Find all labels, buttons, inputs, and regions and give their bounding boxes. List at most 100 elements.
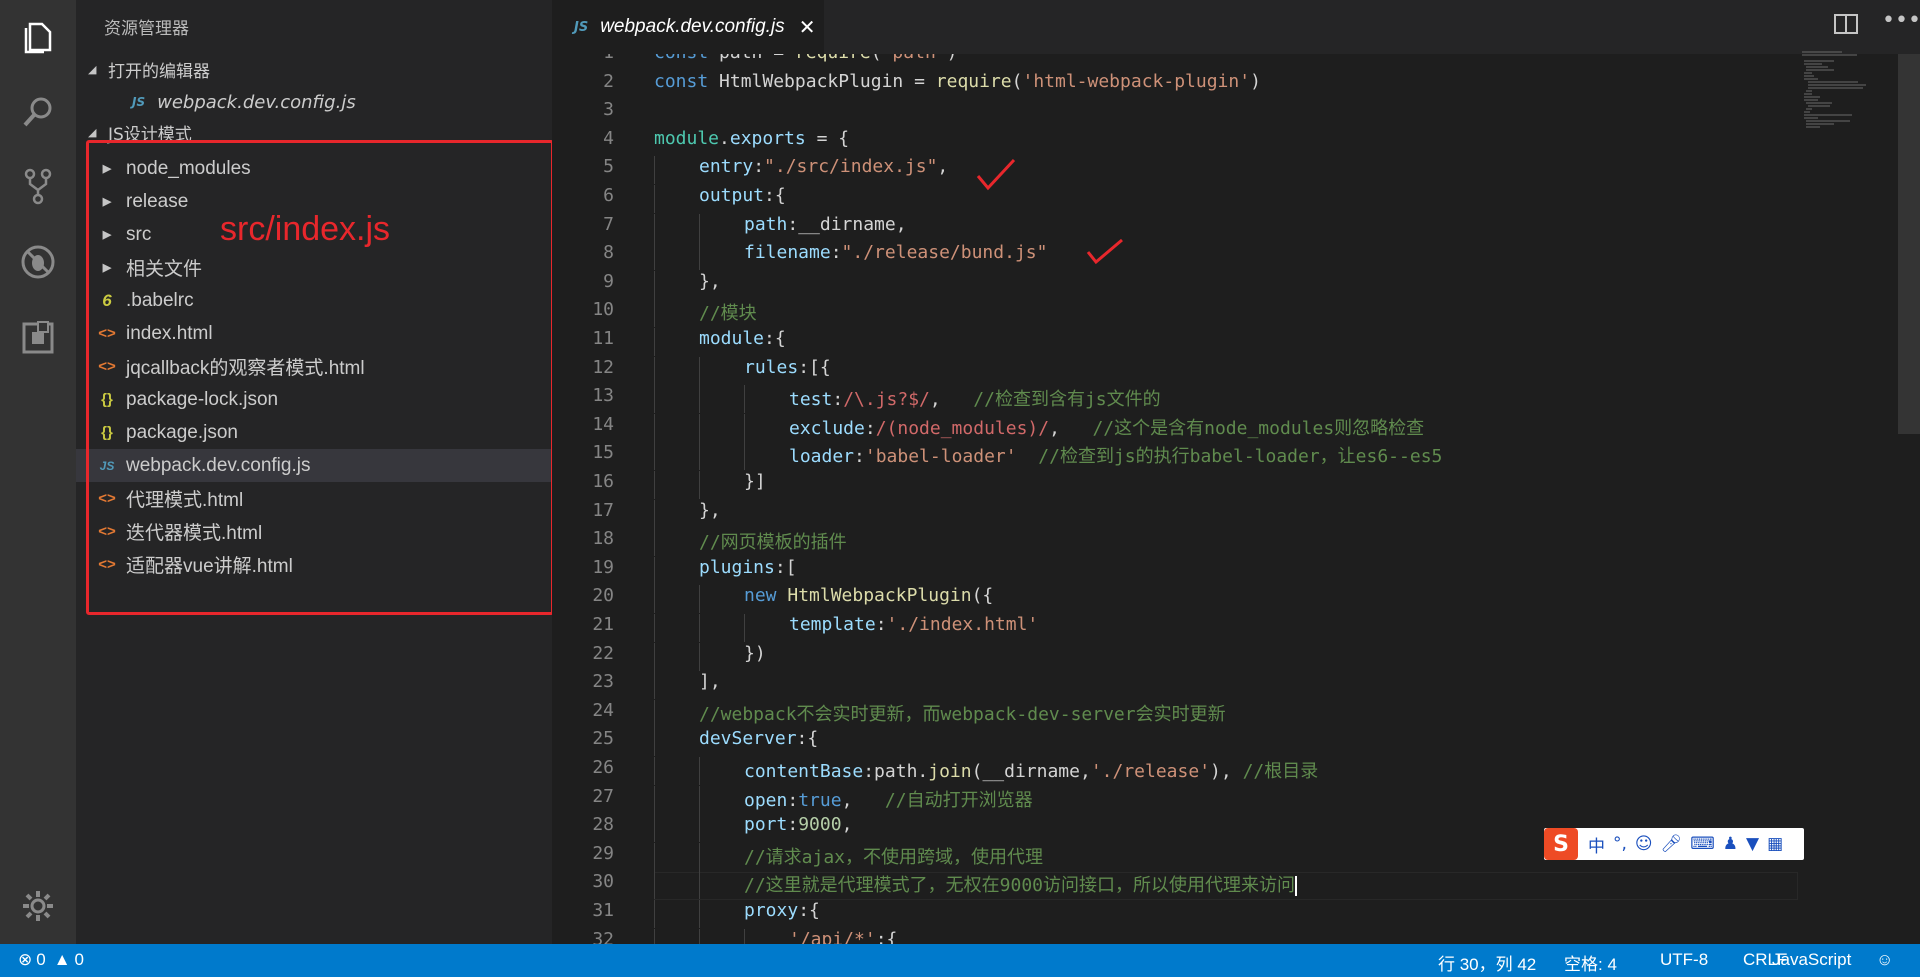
code-line: 27 open:true, //自动打开浏览器 (552, 785, 1852, 814)
line-number: 7 (603, 213, 614, 235)
code-token: HtmlWebpackPlugin = (719, 70, 936, 92)
indent-guide (654, 270, 655, 299)
code-token: , (841, 789, 885, 811)
expanded-triangle-icon: ◢ (88, 125, 97, 139)
code-token: require (795, 54, 871, 63)
extensions-icon[interactable] (0, 308, 76, 368)
microphone-icon[interactable]: 🎤︎ (1661, 834, 1683, 854)
code-line: 32 '/api/*':{ (552, 928, 1852, 944)
code-token: ) (947, 54, 958, 63)
close-icon[interactable]: ✕ (799, 15, 816, 39)
indent-guide (654, 900, 655, 928)
code-token: filename (744, 242, 831, 264)
code-token: port (744, 814, 788, 836)
indent-guide (654, 928, 655, 944)
emoji-icon[interactable]: ☺ (1635, 834, 1653, 854)
encoding[interactable]: UTF-8 (1660, 950, 1708, 970)
settings-gear-icon[interactable] (0, 876, 76, 936)
code-line: 17}, (552, 499, 1852, 528)
indent-guide (654, 757, 655, 785)
code-line: 8 filename:"./release/bund.js" (552, 242, 1852, 271)
tab-webpack-dev-config[interactable]: JS webpack.dev.config.js ✕ (552, 0, 824, 54)
cursor-position[interactable]: 行 30，列 42 (1438, 950, 1536, 975)
open-editors-label: 打开的编辑器 (108, 61, 210, 82)
code-token: : (864, 417, 876, 439)
search-icon[interactable] (0, 82, 76, 142)
vertical-scrollbar[interactable] (1898, 54, 1920, 434)
line-number: 1 (552, 54, 614, 63)
indentation[interactable]: 空格: 4 (1564, 950, 1617, 975)
code-token: /(node_modules)/ (875, 417, 1050, 439)
line-number: 20 (592, 585, 614, 607)
code-line: 21 template:'./index.html' (552, 614, 1852, 642)
code-token: ( (1011, 70, 1023, 92)
code-text: //webpack不会实时更新，而webpack-dev-server会实时更新 (699, 700, 1226, 726)
code-token: "./src/index.js" (764, 156, 938, 178)
code-token: :{ (764, 185, 786, 206)
code-token: (__dirname, (971, 761, 1091, 782)
keyboard-icon[interactable]: ⌨ (1690, 834, 1715, 854)
js-file-icon: JS (574, 19, 589, 35)
code-token: :[ (774, 556, 797, 578)
user-icon[interactable]: ♟ (1723, 834, 1738, 854)
code-token: "./release/bund.js" (841, 242, 1048, 264)
code-token: test (789, 389, 833, 411)
code-token: //检查到含有js文件的 (973, 389, 1161, 411)
ime-punct[interactable]: °, (1613, 834, 1627, 854)
code-text: new HtmlWebpackPlugin({ (744, 585, 993, 606)
feedback-smiley-icon[interactable]: ☺ (1876, 950, 1893, 970)
code-token: :{ (764, 328, 786, 349)
line-number: 5 (603, 156, 614, 178)
line-number: 18 (592, 528, 614, 550)
problems-indicator[interactable]: ⊗ 0 ▲ 0 (18, 950, 84, 970)
code-token: module (654, 127, 720, 149)
code-line: 20 new HtmlWebpackPlugin({ (552, 585, 1852, 614)
code-text: plugins:[ (699, 557, 797, 578)
code-text: port:9000, (744, 814, 852, 835)
line-number: 31 (592, 900, 614, 921)
indent-guide (699, 413, 700, 442)
code-token: }) (744, 642, 766, 664)
toolbox-icon[interactable]: ▦ (1767, 834, 1783, 854)
code-token: , (1049, 417, 1093, 439)
split-editor-icon[interactable] (1834, 14, 1858, 40)
checkmark-annotation (1086, 238, 1123, 265)
language-mode[interactable]: JavaScript (1772, 950, 1851, 970)
line-number: 21 (592, 614, 614, 635)
debug-icon[interactable] (0, 232, 76, 292)
code-line: 11 module:{ (552, 328, 1852, 356)
code-text: output:{ (699, 185, 786, 206)
minimap[interactable] (1800, 50, 1890, 130)
indent-guide (654, 385, 655, 414)
code-text: //模块 (699, 299, 757, 325)
code-token: devServer (699, 728, 797, 750)
ime-mode[interactable]: 中 (1588, 832, 1605, 857)
ime-toolbar[interactable]: S 中 °, ☺ 🎤︎ ⌨ ♟ ▼ ▦ (1544, 828, 1804, 860)
code-line: 15 loader:'babel-loader' //检查到js的执行babel-… (552, 442, 1852, 471)
indent-guide (654, 671, 655, 700)
code-token: join (928, 761, 972, 782)
line-number: 3 (603, 99, 614, 121)
code-token: loader (789, 446, 855, 468)
more-actions-icon[interactable]: ••• (1882, 8, 1920, 33)
code-token: : (787, 789, 799, 811)
code-token: 'path' (882, 54, 947, 63)
open-editor-item[interactable]: JS webpack.dev.config.js (76, 86, 552, 118)
indent-guide (654, 728, 655, 757)
line-number: 22 (592, 642, 614, 664)
skin-icon[interactable]: ▼ (1746, 834, 1759, 854)
code-token: }] (744, 471, 766, 492)
indent-guide (699, 757, 700, 785)
code-line: 18 //网页模板的插件 (552, 528, 1852, 557)
code-token: , (937, 156, 949, 178)
code-token: true (798, 789, 842, 811)
open-editors-section[interactable]: ◢ 打开的编辑器 (76, 54, 552, 84)
code-line: 10 //模块 (552, 299, 1852, 328)
code-token: = { (805, 127, 850, 149)
source-control-icon[interactable] (0, 156, 76, 216)
activity-bar (0, 0, 76, 944)
code-token: //网页模板的插件 (699, 532, 847, 554)
code-editor[interactable]: 1const path = require('path')2const Html… (552, 54, 1920, 944)
explorer-icon[interactable] (0, 8, 76, 68)
